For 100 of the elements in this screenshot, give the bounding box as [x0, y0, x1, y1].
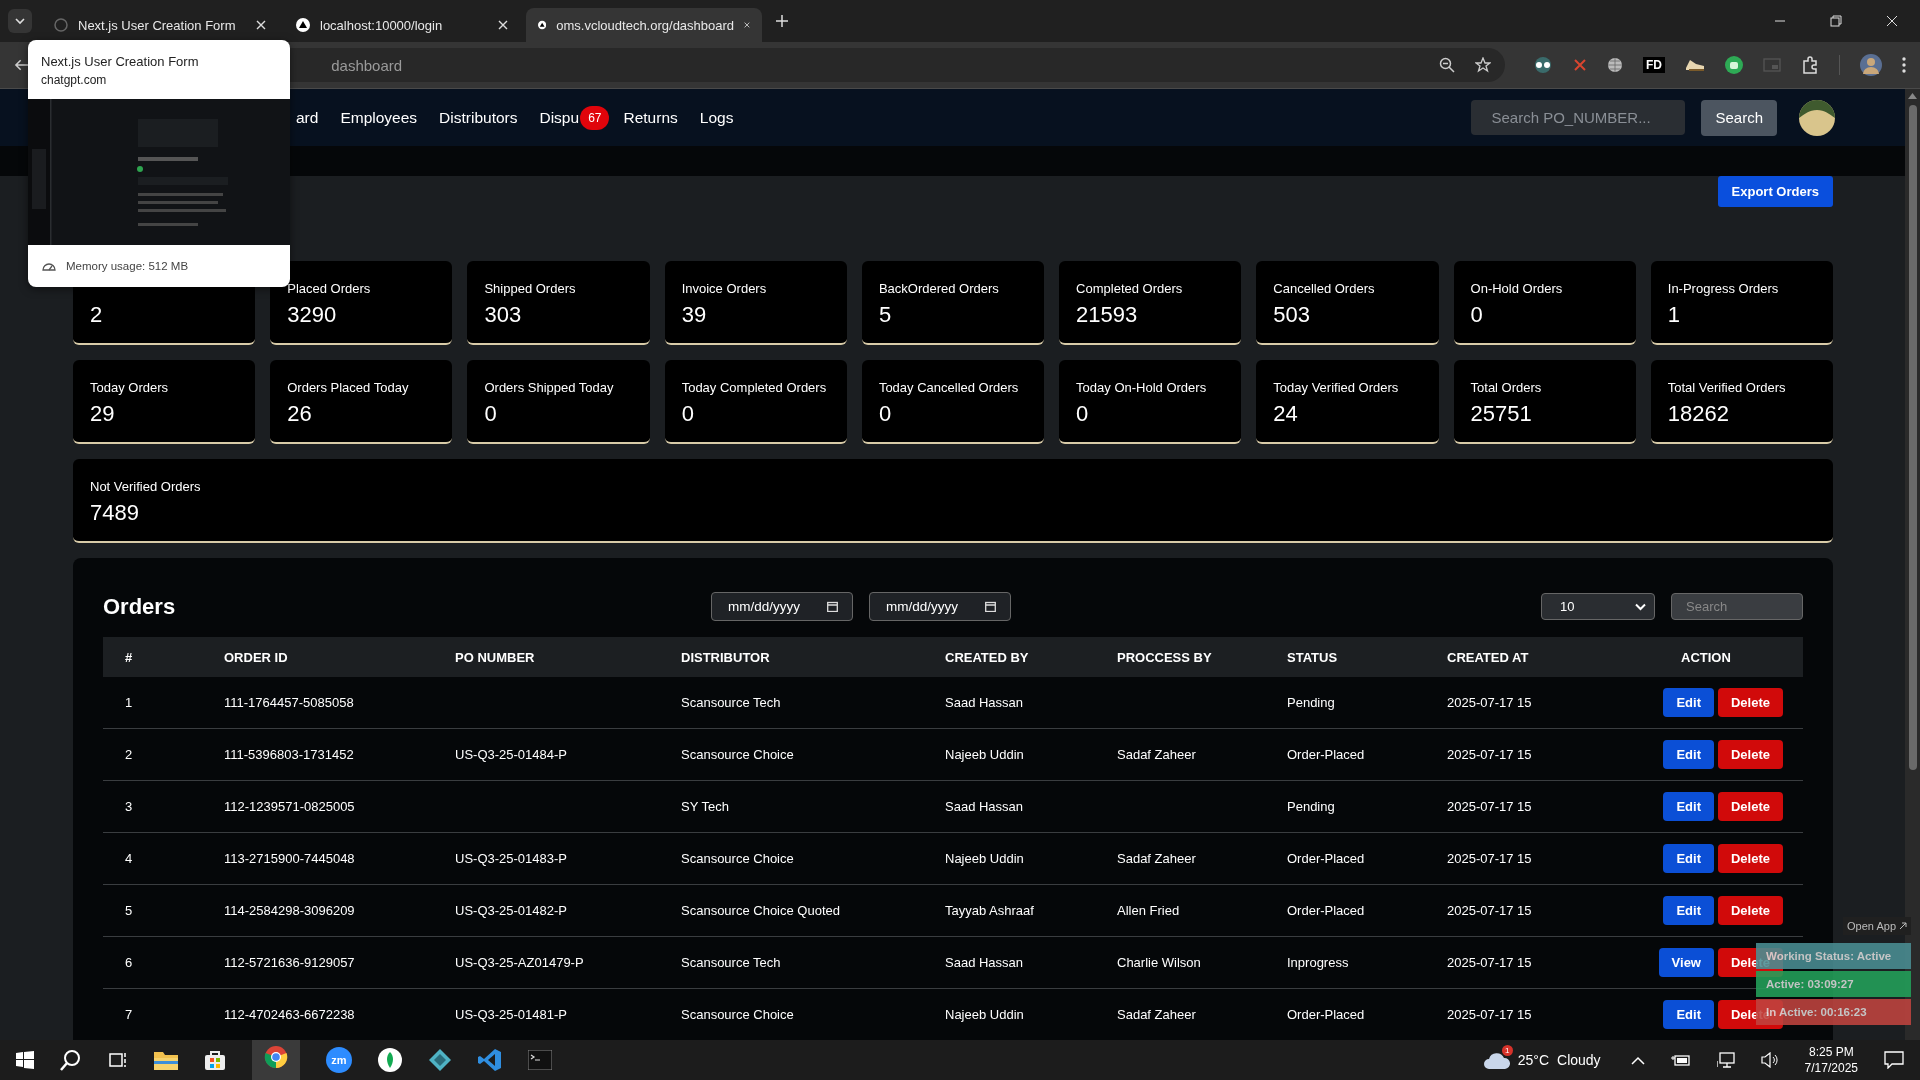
status-bar: Active: 03:09:27 — [1756, 971, 1911, 997]
diamond-icon[interactable] — [428, 1048, 452, 1072]
folder-icon[interactable] — [154, 1050, 178, 1070]
date-field[interactable]: mm/dd/yyyy — [869, 592, 1011, 621]
external-link-icon — [1899, 922, 1907, 930]
action-button[interactable]: Delete — [1717, 844, 1783, 873]
table-cell: Najeeb Uddin — [945, 1007, 1024, 1022]
clock-date[interactable]: 7/17/2025 — [1804, 1061, 1858, 1075]
browser-taskbar-button[interactable] — [252, 1037, 300, 1080]
action-button[interactable]: Delete — [1717, 896, 1783, 925]
action-button[interactable]: Delete — [1717, 688, 1783, 717]
cross-icon[interactable] — [1573, 58, 1587, 72]
nav-link[interactable]: Returns — [623, 108, 678, 127]
globe-icon[interactable] — [1607, 57, 1623, 73]
battery-icon[interactable] — [1670, 1053, 1691, 1067]
notification-badge: 1 — [1501, 1045, 1513, 1056]
browser-tab[interactable]: oms.vcloudtech.org/dashboard — [526, 8, 762, 42]
page-size-select[interactable]: 10 — [1541, 593, 1655, 620]
stat-value: 26 — [287, 401, 313, 427]
robot-icon[interactable] — [1725, 56, 1743, 74]
nav-link[interactable]: Distributors — [439, 108, 518, 127]
date-field[interactable]: mm/dd/yyyy — [711, 592, 853, 621]
search-button[interactable]: Search — [1701, 99, 1777, 136]
task-view-icon[interactable] — [108, 1051, 128, 1069]
action-button[interactable]: Edit — [1663, 896, 1714, 925]
table-cell: Sadaf Zaheer — [1117, 747, 1196, 762]
table-cell: Charlie Wilson — [1117, 955, 1201, 970]
stat-value: 7489 — [90, 500, 140, 526]
close-icon[interactable] — [256, 20, 266, 30]
action-button[interactable]: View — [1658, 948, 1714, 977]
nav-link[interactable]: Employees — [340, 108, 418, 127]
search-icon[interactable] — [60, 1049, 82, 1071]
shoe-icon[interactable] — [1685, 58, 1705, 72]
profile-avatar[interactable] — [1860, 54, 1882, 76]
browser-tab[interactable]: Next.js User Creation Form — [42, 8, 278, 42]
nav-link[interactable]: Dispu — [539, 108, 580, 127]
puzzle-icon[interactable] — [1801, 56, 1819, 74]
clock-time[interactable]: 8:25 PM — [1808, 1045, 1854, 1059]
nav-link[interactable]: ard — [296, 108, 319, 127]
action-button[interactable]: Delete — [1717, 792, 1783, 821]
tab-search-button[interactable] — [8, 9, 32, 33]
column-header: PO NUMBER — [455, 649, 535, 665]
volume-icon[interactable] — [1760, 1052, 1779, 1068]
search-field[interactable]: Search PO_NUMBER... — [1471, 100, 1686, 135]
table-cell: Najeeb Uddin — [945, 747, 1024, 762]
search-field[interactable]: Search — [1671, 593, 1803, 620]
table-cell: Order-Placed — [1287, 851, 1365, 866]
browser-icon — [264, 1045, 288, 1069]
temperature[interactable]: 25°C — [1517, 1052, 1549, 1068]
scrollbar-thumb[interactable] — [1908, 105, 1917, 770]
leaf-icon[interactable] — [378, 1048, 402, 1072]
table-cell: 2025-07-17 15 — [1447, 747, 1532, 762]
terminal-icon[interactable] — [528, 1050, 552, 1070]
stat-label: Today Cancelled Orders — [878, 380, 1020, 395]
star-icon[interactable] — [1475, 57, 1491, 73]
table-cell: 2025-07-17 15 — [1447, 955, 1532, 970]
new-tab-icon[interactable] — [776, 15, 788, 27]
table-cell: 6 — [125, 955, 133, 970]
stat-value: 24 — [1273, 401, 1299, 427]
table-cell: Sadaf Zaheer — [1117, 851, 1196, 866]
stat-value: 0 — [1076, 401, 1090, 427]
stat-label: Placed Orders — [287, 281, 372, 296]
action-button[interactable]: Delete — [1717, 740, 1783, 769]
stat-label: Cancelled Orders — [1273, 281, 1376, 296]
table-cell: 112-4702463-6672238 — [224, 1007, 355, 1022]
action-button[interactable]: Edit — [1663, 688, 1714, 717]
gauge-icon — [42, 261, 56, 271]
glasses-icon[interactable] — [1533, 57, 1553, 73]
close-icon[interactable] — [498, 20, 508, 30]
table-cell: Tayyab Ashraaf — [945, 903, 1034, 918]
back-icon[interactable] — [14, 57, 30, 73]
browser-tab[interactable]: localhost:10000/login — [284, 8, 520, 42]
table-cell: 5 — [125, 903, 133, 918]
calendar-icon[interactable] — [985, 601, 996, 612]
windows-start-icon[interactable] — [16, 1051, 34, 1069]
action-button[interactable]: Edit — [1663, 1000, 1714, 1029]
export-button[interactable]: Export Orders — [1717, 176, 1833, 207]
action-button[interactable]: Edit — [1663, 740, 1714, 769]
table-cell: 2025-07-17 15 — [1447, 695, 1532, 710]
close-icon[interactable] — [1886, 15, 1898, 27]
notification-icon[interactable] — [1884, 1051, 1904, 1069]
chevron-up-icon[interactable] — [1630, 1055, 1645, 1065]
table-cell: Order-Placed — [1287, 747, 1365, 762]
action-button[interactable]: Edit — [1663, 844, 1714, 873]
close-icon[interactable] — [744, 20, 750, 30]
store-icon[interactable] — [204, 1049, 226, 1071]
open-app-button[interactable]: Open App — [1843, 917, 1911, 935]
restore-icon[interactable] — [1830, 15, 1842, 27]
menu-icon[interactable] — [1902, 57, 1906, 73]
weather-condition[interactable]: Cloudy — [1557, 1052, 1601, 1068]
extension-button[interactable]: FD — [1643, 57, 1665, 73]
avatar[interactable] — [1799, 99, 1835, 136]
nav-link[interactable]: Logs — [699, 108, 734, 127]
network-icon[interactable] — [1716, 1052, 1735, 1068]
code-editor-icon[interactable] — [478, 1048, 502, 1072]
zoom-icon[interactable] — [1439, 57, 1455, 73]
stat-label: Orders Placed Today — [287, 380, 410, 395]
action-button[interactable]: Edit — [1663, 792, 1714, 821]
calendar-icon[interactable] — [827, 601, 838, 612]
scroll-up-icon[interactable] — [1908, 93, 1917, 99]
